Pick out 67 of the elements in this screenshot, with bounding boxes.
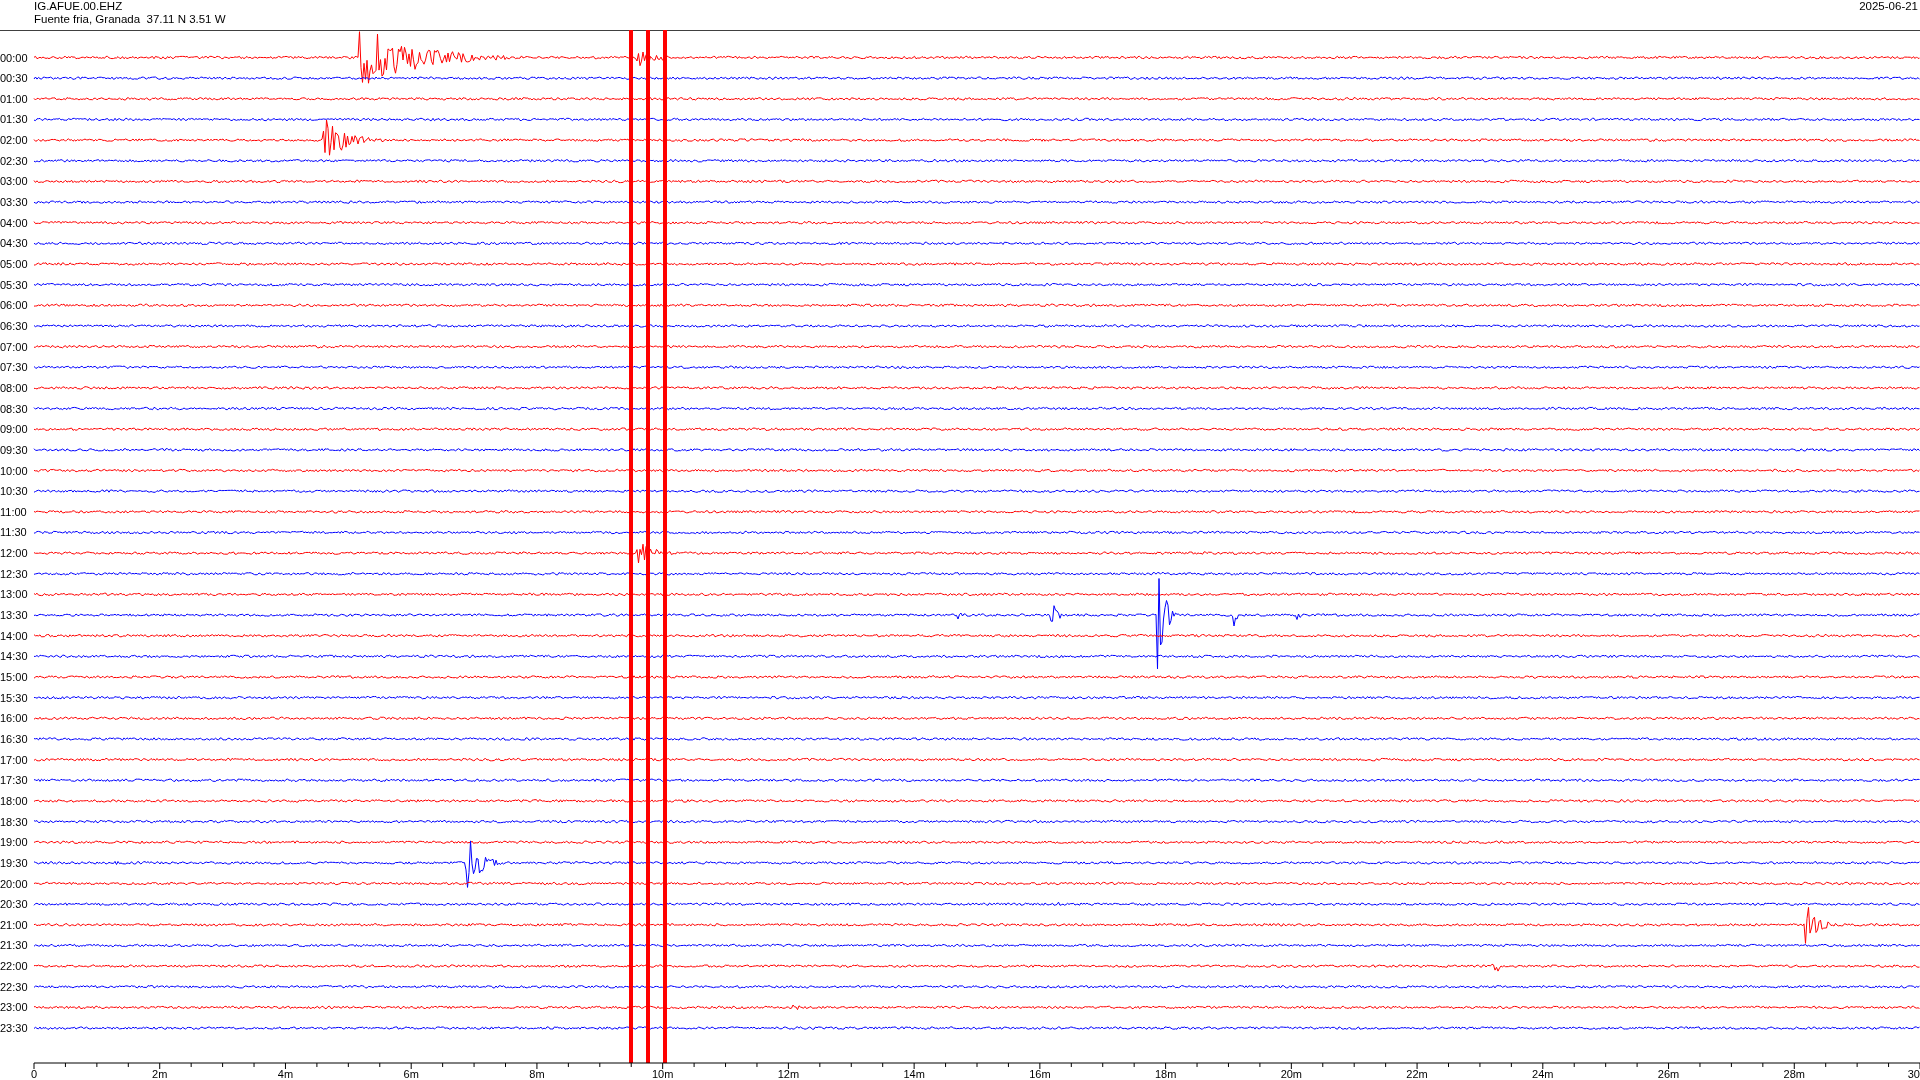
time-label: 21:30	[0, 939, 28, 952]
axis-label: 22m	[1406, 1068, 1428, 1080]
time-label: 03:30	[0, 196, 28, 209]
time-label: 13:00	[0, 588, 28, 601]
time-label: 16:00	[0, 712, 28, 725]
time-label: 04:00	[0, 216, 28, 229]
time-label: 09:00	[0, 423, 28, 436]
time-label: 14:00	[0, 629, 28, 642]
time-label: 08:00	[0, 381, 28, 394]
time-label: 19:00	[0, 836, 28, 849]
time-label: 02:30	[0, 154, 28, 167]
axis-label: 14m	[903, 1068, 925, 1080]
time-label: 10:00	[0, 464, 28, 477]
axis-label: 16m	[1029, 1068, 1051, 1080]
axis-label: 4m	[277, 1068, 294, 1080]
time-label: 12:00	[0, 547, 28, 560]
axis-label: 10m	[651, 1068, 674, 1080]
axis-label: 8m	[529, 1068, 545, 1080]
time-label: 09:30	[0, 443, 28, 456]
time-label: 02:00	[0, 134, 28, 147]
time-label: 19:30	[0, 856, 28, 869]
axis-label: 28m	[1783, 1068, 1805, 1080]
axis-label: 0	[30, 1068, 38, 1080]
time-label: 03:00	[0, 175, 28, 188]
time-label: 12:30	[0, 567, 28, 580]
time-label: 11:30	[0, 526, 27, 539]
time-label: 15:00	[0, 671, 28, 683]
plot-date: 2025-06-21	[1859, 0, 1919, 13]
time-label: 18:00	[0, 794, 28, 807]
time-label: 23:30	[0, 1022, 28, 1035]
time-label: 07:00	[0, 340, 28, 353]
time-label: 21:00	[0, 918, 28, 931]
time-label: 17:30	[0, 774, 28, 787]
time-label: 10:30	[0, 485, 28, 498]
axis-label: 30	[1907, 1068, 1920, 1080]
time-label: 18:30	[0, 815, 28, 828]
station-location: Fuente fria, Granada 37.11 N 3.51 W	[34, 13, 226, 26]
time-label: 22:30	[0, 980, 28, 993]
time-label: 04:30	[0, 237, 28, 250]
time-label: 20:30	[0, 898, 28, 911]
time-label: 05:30	[0, 278, 28, 291]
axis-label: 20m	[1280, 1068, 1303, 1080]
time-label: 06:30	[0, 319, 28, 332]
time-label: 23:00	[0, 1001, 28, 1014]
time-label: 20:00	[0, 877, 28, 890]
axis-label: 18m	[1154, 1068, 1177, 1080]
axis-label: 6m	[403, 1068, 419, 1080]
axis-label: 24m	[1532, 1068, 1554, 1080]
time-label: 00:30	[0, 72, 28, 85]
axis-label: 2m	[152, 1068, 168, 1080]
time-label: 13:30	[0, 609, 28, 622]
time-label: 17:00	[0, 753, 28, 766]
time-label: 14:30	[0, 650, 28, 663]
time-label: 16:30	[0, 732, 28, 745]
time-label: 01:30	[0, 113, 28, 126]
time-label: 11:00	[0, 505, 27, 518]
time-label: 15:30	[0, 691, 28, 704]
time-label: 07:30	[0, 361, 28, 374]
time-label: 22:00	[0, 960, 28, 973]
time-label: 05:00	[0, 258, 28, 270]
axis-label: 26m	[1657, 1068, 1680, 1080]
time-label: 00:00	[0, 51, 28, 64]
time-label: 01:00	[0, 92, 28, 105]
axis-label: 12m	[777, 1068, 800, 1080]
time-label: 08:30	[0, 402, 28, 415]
station-code: IG.AFUE.00.EHZ	[34, 0, 124, 13]
time-label: 06:00	[0, 299, 28, 312]
